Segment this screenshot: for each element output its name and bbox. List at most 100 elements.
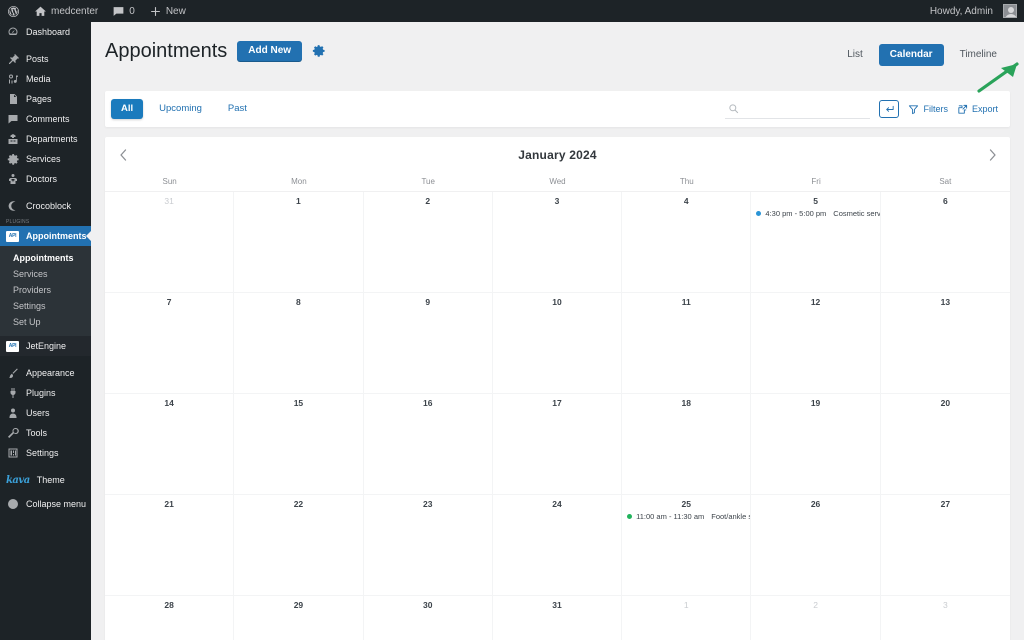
calendar-day-cell[interactable]: 15 [234, 394, 364, 494]
calendar-day-cell[interactable]: 10 [493, 293, 623, 393]
sidebar-item-tools[interactable]: Tools [0, 423, 91, 443]
sidebar-item-label: Plugins [26, 387, 56, 398]
calendar-day-cell[interactable]: 2 [751, 596, 881, 640]
filters-button[interactable]: Filters [908, 104, 948, 115]
calendar-day-cell[interactable]: 17 [493, 394, 623, 494]
calendar-day-cell[interactable]: 31 [105, 192, 235, 292]
calendar-day-number: 16 [422, 398, 433, 408]
calendar-day-cell[interactable]: 22 [234, 495, 364, 595]
calendar-day-cell[interactable]: 7 [105, 293, 235, 393]
calendar-day-cell[interactable]: 8 [234, 293, 364, 393]
calendar-day-cell[interactable]: 1 [622, 596, 752, 640]
calendar-day-number: 10 [552, 297, 562, 307]
account-menu[interactable]: Howdy, Admin [923, 0, 1024, 22]
search-box[interactable] [725, 99, 871, 119]
sidebar-item-settings[interactable]: Settings [0, 443, 91, 463]
calendar-day-number: 1 [296, 196, 301, 206]
sidebar-item-services[interactable]: Services [0, 149, 91, 169]
sidebar-item-plugins[interactable]: Plugins [0, 383, 91, 403]
calendar-day-number: 3 [942, 600, 948, 610]
tab-timeline[interactable]: Timeline [949, 44, 1008, 66]
comments-menu[interactable]: 0 [105, 0, 142, 22]
calendar-day-number: 23 [422, 499, 433, 509]
calendar-next-button[interactable] [984, 147, 1000, 163]
calendar-day-cell[interactable]: 29 [234, 596, 364, 640]
tab-list[interactable]: List [836, 44, 874, 66]
sidebar-item-theme[interactable]: kava Theme [0, 470, 91, 490]
submenu-item-appointments[interactable]: Appointments [0, 250, 91, 266]
calendar-day-cell[interactable]: 30 [364, 596, 493, 640]
calendar-day-number: 14 [164, 398, 174, 408]
sidebar-item-label: Appointments [26, 230, 87, 241]
dashboard-icon [6, 26, 19, 39]
filter-tab-past[interactable]: Past [218, 99, 257, 119]
calendar-day-number: 19 [810, 398, 821, 408]
calendar-day-cell[interactable]: 14 [105, 394, 235, 494]
search-input[interactable] [744, 103, 865, 114]
day-header: Thu [679, 177, 694, 186]
new-content-menu[interactable]: New [142, 0, 193, 22]
calendar-day-cell[interactable]: 3 [881, 596, 1010, 640]
filter-tab-all[interactable]: All [111, 99, 144, 119]
calendar-day-cell[interactable]: 13 [881, 293, 1010, 393]
event-title: Foot/ankle su [711, 512, 750, 521]
calendar-day-cell[interactable]: 18 [622, 394, 752, 494]
search-submit-button[interactable] [879, 100, 900, 118]
sidebar-item-doctors[interactable]: Doctors [0, 169, 91, 189]
calendar-day-cell[interactable]: 21 [105, 495, 235, 595]
sidebar-item-media[interactable]: Media [0, 69, 91, 89]
calendar-day-cell[interactable]: 31 [493, 596, 623, 640]
site-name-menu[interactable]: medcenter [27, 0, 105, 22]
calendar-day-cell[interactable]: 4 [622, 192, 752, 292]
calendar-day-cell[interactable]: 20 [881, 394, 1010, 494]
avatar [1003, 4, 1017, 18]
sidebar-item-comments[interactable]: Comments [0, 109, 91, 129]
add-new-button[interactable]: Add New [237, 40, 303, 61]
wp-logo-menu[interactable] [0, 0, 27, 22]
settings-sliders-icon [6, 447, 19, 460]
calendar-day-cell[interactable]: 28 [105, 596, 235, 640]
sidebar-item-label: Theme [36, 474, 65, 485]
calendar-event[interactable]: 4:30 pm - 5:00 pm Cosmetic serv [751, 207, 880, 218]
submenu-item-settings[interactable]: Settings [0, 298, 91, 314]
calendar-day-cell[interactable]: 25 11:00 am - 11:30 am Foot/ankle su [622, 495, 752, 595]
calendar-day-cell[interactable]: 19 [751, 394, 881, 494]
sidebar-item-appointments[interactable]: API Appointments [0, 226, 92, 246]
collapse-menu-button[interactable]: Collapse menu [0, 494, 91, 514]
calendar-day-cell[interactable]: 6 [881, 192, 1010, 292]
calendar-day-cell[interactable]: 12 [751, 293, 881, 393]
sidebar-item-appearance[interactable]: Appearance [0, 363, 91, 383]
calendar-prev-button[interactable] [115, 147, 131, 163]
calendar-day-cell[interactable]: 16 [364, 394, 493, 494]
calendar-day-number: 9 [425, 297, 431, 307]
calendar-day-cell[interactable]: 3 [493, 192, 623, 292]
calendar-event[interactable]: 11:00 am - 11:30 am Foot/ankle su [622, 510, 750, 521]
calendar-day-cell[interactable]: 26 [751, 495, 881, 595]
sidebar-item-users[interactable]: Users [0, 403, 91, 423]
adminbar-right: Howdy, Admin [923, 0, 1024, 22]
gear-icon[interactable] [312, 44, 326, 58]
brush-icon [6, 367, 19, 380]
calendar-day-cell[interactable]: 27 [881, 495, 1010, 595]
sidebar-item-posts[interactable]: Posts [0, 49, 91, 69]
sidebar-item-jetengine[interactable]: API JetEngine [0, 336, 91, 356]
sidebar-item-label: Dashboard [26, 26, 71, 37]
calendar-day-cell[interactable]: 23 [364, 495, 493, 595]
calendar-day-cell[interactable]: 1 [234, 192, 364, 292]
submenu-item-setup[interactable]: Set Up [0, 314, 91, 330]
calendar-day-cell[interactable]: 5 4:30 pm - 5:00 pm Cosmetic serv [751, 192, 881, 292]
submenu-item-services[interactable]: Services [0, 266, 91, 282]
page-title: Appointments [105, 39, 228, 62]
tab-calendar[interactable]: Calendar [878, 44, 944, 66]
sidebar-item-crocoblock[interactable]: Crocoblock [0, 196, 91, 216]
sidebar-item-dashboard[interactable]: Dashboard [0, 22, 91, 42]
sidebar-item-departments[interactable]: Departments [0, 129, 91, 149]
export-button[interactable]: Export [957, 104, 998, 115]
calendar-day-cell[interactable]: 2 [364, 192, 493, 292]
calendar-day-cell[interactable]: 24 [493, 495, 623, 595]
calendar-day-cell[interactable]: 9 [364, 293, 493, 393]
filter-tab-upcoming[interactable]: Upcoming [149, 99, 212, 119]
submenu-item-providers[interactable]: Providers [0, 282, 91, 298]
sidebar-item-pages[interactable]: Pages [0, 89, 91, 109]
calendar-day-cell[interactable]: 11 [622, 293, 752, 393]
